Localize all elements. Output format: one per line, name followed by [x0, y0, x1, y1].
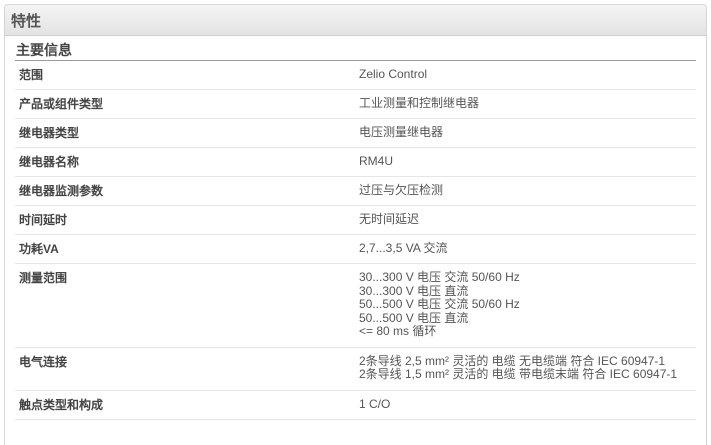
property-value: 1 C/O	[359, 396, 391, 411]
table-row: 继电器监测参数 过压与欠压检测	[15, 176, 696, 206]
property-value: 工业测量和控制继电器	[359, 96, 480, 110]
property-value: RM4U	[359, 154, 394, 168]
property-label: 继电器监测参数	[19, 184, 104, 198]
property-value-cell: 1 C/O	[359, 390, 696, 420]
property-value: 50...500 V 电压 交流 50/60 Hz	[359, 297, 520, 311]
property-value: 30...300 V 电压 直流	[359, 283, 469, 298]
property-label: 电气连接	[19, 354, 68, 369]
property-label-cell: 电气连接	[15, 347, 359, 391]
property-label: 功耗VA	[19, 242, 59, 256]
property-values: 工业测量和控制继电器	[359, 90, 696, 118]
table-row: 触点类型和构成 1 C/O	[15, 390, 696, 420]
property-label-cell: 触点类型和构成	[15, 390, 359, 420]
property-value: <= 80 ms 循环	[359, 324, 437, 338]
property-values: RM4U	[359, 148, 696, 176]
property-values: 30...300 V 电压 交流 50/60 Hz 30...300 V 电压 直…	[359, 264, 696, 347]
property-value: 50...500 V 电压 直流	[359, 310, 469, 325]
property-value: 2条导线 2,5 mm² 灵活的 电缆 无电缆端 符合 IEC 60947-1	[359, 353, 666, 368]
characteristics-panel: 特性 主要信息 范围 Zelio Control 产品或组件类型 工业测量和控制继电器…	[4, 4, 707, 445]
table-row: 继电器类型 电压测量继电器	[15, 118, 696, 148]
property-value-cell: 工业测量和控制继电器	[359, 89, 696, 119]
table-row: 继电器名称 RM4U	[15, 147, 696, 177]
table-row: 功耗VA 2,7...3,5 VA 交流	[15, 234, 696, 264]
property-label: 时间延时	[19, 213, 68, 227]
table-row: 范围 Zelio Control	[15, 61, 696, 90]
section-title: 主要信息	[15, 42, 696, 61]
table-row: 时间延时 无时间延迟	[15, 205, 696, 235]
property-label: 产品或组件类型	[19, 97, 104, 111]
property-label: 测量范围	[19, 271, 68, 285]
table-row: 电气连接 2条导线 2,5 mm² 灵活的 电缆 无电缆端 符合 IEC 6094…	[15, 347, 696, 391]
property-values: Zelio Control	[359, 61, 696, 89]
property-label-cell: 范围	[15, 61, 359, 90]
property-value: 无时间延迟	[359, 212, 420, 226]
property-label: 继电器名称	[19, 155, 80, 169]
main-info-section: 主要信息 范围 Zelio Control 产品或组件类型 工业测量和控制继电器继电器…	[15, 42, 696, 420]
property-values: 电压测量继电器	[359, 119, 696, 147]
property-value: 电压测量继电器	[359, 125, 444, 139]
properties-table: 范围 Zelio Control 产品或组件类型 工业测量和控制继电器继电器类型 电压测…	[15, 61, 696, 420]
property-label-cell: 功耗VA	[15, 234, 359, 264]
table-row: 产品或组件类型 工业测量和控制继电器	[15, 89, 696, 119]
property-value-cell: 2条导线 2,5 mm² 灵活的 电缆 无电缆端 符合 IEC 60947-1 2…	[359, 347, 696, 391]
property-value: 2,7...3,5 VA 交流	[359, 241, 448, 255]
property-values: 2,7...3,5 VA 交流	[359, 235, 696, 263]
property-value: 2条导线 1,5 mm² 灵活的 电缆 带电缆末端 符合 IEC 60947-1	[359, 367, 678, 381]
property-label-cell: 产品或组件类型	[15, 89, 359, 119]
property-values: 1 C/O	[359, 391, 696, 419]
property-label-cell: 继电器名称	[15, 147, 359, 177]
table-row: 测量范围 30...300 V 电压 交流 50/60 Hz 30...300 V …	[15, 263, 696, 348]
property-label-cell: 时间延时	[15, 205, 359, 235]
property-value-cell: RM4U	[359, 147, 696, 177]
property-label: 继电器类型	[19, 126, 80, 140]
property-value-cell: 30...300 V 电压 交流 50/60 Hz 30...300 V 电压 直…	[359, 263, 696, 348]
property-value: 30...300 V 电压 交流 50/60 Hz	[359, 270, 520, 284]
property-value: Zelio Control	[359, 67, 428, 81]
property-values: 无时间延迟	[359, 206, 696, 234]
panel-header: 特性	[5, 5, 706, 36]
property-value-cell: 2,7...3,5 VA 交流	[359, 234, 696, 264]
property-label: 触点类型和构成	[19, 397, 104, 412]
property-value-cell: 无时间延迟	[359, 205, 696, 235]
property-label-cell: 继电器类型	[15, 118, 359, 148]
property-value-cell: 过压与欠压检测	[359, 176, 696, 206]
property-value-cell: Zelio Control	[359, 61, 696, 90]
property-value-cell: 电压测量继电器	[359, 118, 696, 148]
property-values: 2条导线 2,5 mm² 灵活的 电缆 无电缆端 符合 IEC 60947-1 2…	[359, 348, 696, 390]
property-label-cell: 继电器监测参数	[15, 176, 359, 206]
panel-title: 特性	[11, 12, 42, 30]
property-value: 过压与欠压检测	[359, 183, 444, 197]
property-values: 过压与欠压检测	[359, 177, 696, 205]
property-label-cell: 测量范围	[15, 263, 359, 348]
property-label: 范围	[19, 68, 44, 82]
